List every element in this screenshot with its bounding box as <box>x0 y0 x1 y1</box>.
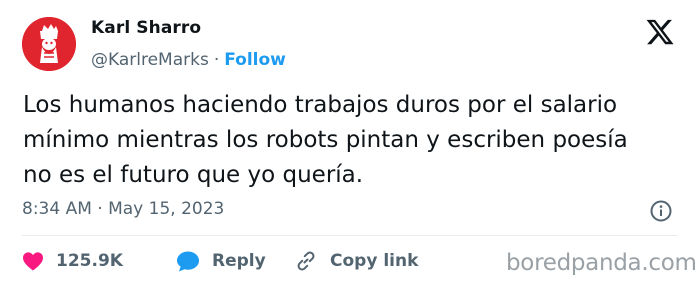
like-button[interactable]: 125.9K <box>22 251 176 271</box>
avatar-illustration <box>22 17 76 71</box>
divider <box>22 235 678 236</box>
reply-bubble-icon <box>177 251 199 272</box>
tweet-timestamp[interactable]: 8:34 AM · May 15, 2023 <box>22 199 224 219</box>
likes-count: 125.9K <box>56 251 123 271</box>
reply-label: Reply <box>212 251 266 271</box>
watermark: boredpanda.com <box>506 250 697 276</box>
heart-icon <box>23 252 43 271</box>
author-handle[interactable]: @KarlreMarks <box>91 50 209 70</box>
action-bar: 125.9K Reply Copy link <box>22 248 418 274</box>
x-logo-icon[interactable] <box>645 17 675 47</box>
link-icon <box>297 251 315 271</box>
separator-dot: · <box>213 50 220 70</box>
tweet-card: Karl Sharro @KarlreMarks · Follow Los hu… <box>0 0 700 288</box>
handle-row: @KarlreMarks · Follow <box>91 50 286 70</box>
tweet-text: Los humanos haciendo trabajos duros por … <box>23 92 628 188</box>
avatar[interactable] <box>22 17 76 71</box>
author-display-name[interactable]: Karl Sharro <box>91 18 201 38</box>
reply-button[interactable]: Reply <box>176 250 294 272</box>
copy-link-button[interactable]: Copy link <box>294 249 418 273</box>
info-icon[interactable] <box>649 199 673 223</box>
copy-link-label: Copy link <box>330 251 419 271</box>
follow-button[interactable]: Follow <box>224 50 286 70</box>
